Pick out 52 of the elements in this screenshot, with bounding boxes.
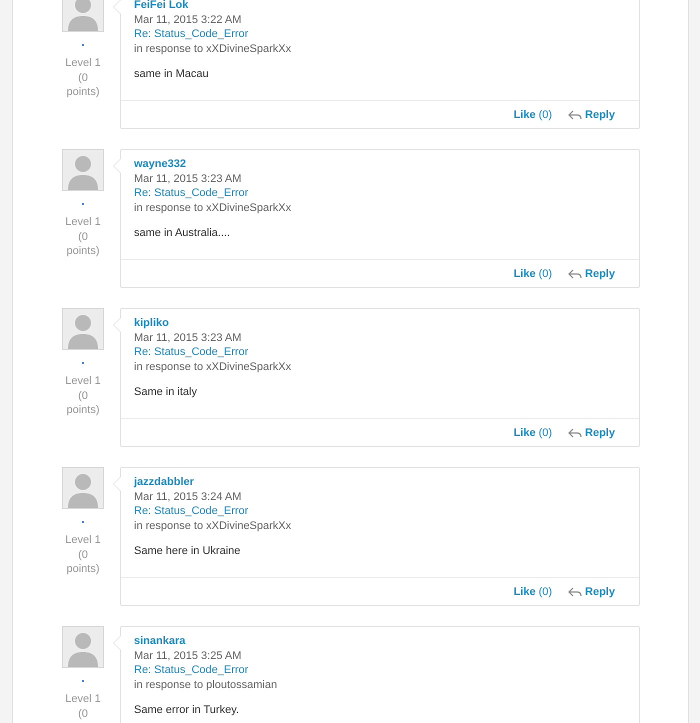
- reply-link[interactable]: Reply: [568, 586, 615, 598]
- in-response-text: in response to xXDivineSparkXx: [134, 518, 292, 533]
- like-link[interactable]: Like (0): [514, 268, 552, 280]
- user-level: Level 1: [64, 215, 102, 230]
- avatar-icon: [62, 626, 104, 668]
- reply-arrow-icon: [568, 586, 582, 596]
- reply-arrow-icon: [568, 428, 582, 438]
- user-points: (0 points): [65, 548, 101, 576]
- avatar-icon: [62, 0, 104, 32]
- like-link[interactable]: Like (0): [514, 426, 552, 438]
- user-points: (0: [77, 706, 89, 721]
- avatar-icon: [62, 149, 104, 191]
- post-body: same in Australia....: [134, 226, 230, 240]
- author-link[interactable]: kipliko: [134, 316, 169, 330]
- reply-arrow-icon: [568, 268, 582, 278]
- post-date: Mar 11, 2015 3:23 AM: [134, 172, 242, 186]
- user-level: Level 1: [64, 692, 102, 706]
- subject-link[interactable]: Re: Status_Code_Error: [134, 504, 248, 518]
- author-link[interactable]: FeiFei Lok: [134, 0, 188, 12]
- post-body: same in Macau: [134, 67, 209, 82]
- author-link[interactable]: wayne332: [134, 157, 186, 172]
- subject-link[interactable]: Re: Status_Code_Error: [134, 27, 248, 42]
- subject-link[interactable]: Re: Status_Code_Error: [134, 186, 248, 200]
- post-date: Mar 11, 2015 3:22 AM: [134, 12, 242, 27]
- avatar-icon: [62, 308, 104, 350]
- in-response-text: in response to xXDivineSparkXx: [134, 42, 292, 56]
- author-link[interactable]: jazzdabbler: [134, 475, 194, 490]
- user-points: (0 points): [65, 388, 101, 418]
- reply-arrow-icon: [568, 110, 582, 120]
- post-body: Same here in Ukraine: [134, 544, 240, 558]
- like-link[interactable]: Like (0): [514, 586, 552, 598]
- user-level: Level 1: [64, 56, 102, 70]
- subject-link[interactable]: Re: Status_Code_Error: [134, 345, 248, 360]
- subject-link[interactable]: Re: Status_Code_Error: [134, 663, 248, 678]
- post-date: Mar 11, 2015 3:23 AM: [134, 330, 242, 345]
- like-link[interactable]: Like (0): [514, 108, 552, 120]
- author-link[interactable]: sinankara: [134, 634, 186, 648]
- reply-link[interactable]: Reply: [568, 108, 615, 120]
- post-date: Mar 11, 2015 3:25 AM: [134, 648, 242, 663]
- post-date: Mar 11, 2015 3:24 AM: [134, 490, 242, 504]
- user-points: (0 points): [65, 70, 101, 100]
- user-points: (0 points): [65, 230, 101, 258]
- post-body: Same in italy: [134, 385, 197, 400]
- post-body: Same error in Turkey.: [134, 703, 239, 718]
- in-response-text: in response to xXDivineSparkXx: [134, 200, 292, 215]
- reply-link[interactable]: Reply: [568, 268, 615, 280]
- user-level: Level 1: [64, 374, 102, 388]
- in-response-text: in response to xXDivineSparkXx: [134, 360, 292, 374]
- in-response-text: in response to ploutossamian: [134, 678, 278, 692]
- reply-link[interactable]: Reply: [568, 426, 615, 438]
- user-level: Level 1: [64, 533, 102, 548]
- avatar-icon: [62, 467, 104, 509]
